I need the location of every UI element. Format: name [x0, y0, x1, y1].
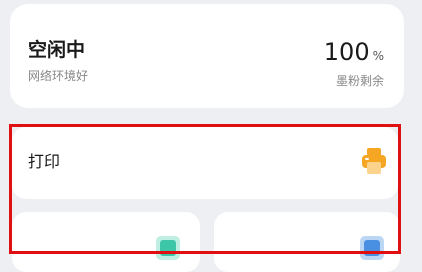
- toner-value: 100: [323, 38, 370, 66]
- network-status: 网络环境好: [28, 69, 89, 83]
- toner-level: 100%: [324, 38, 384, 66]
- highlight-frame: [9, 124, 401, 254]
- toner-label: 墨粉剩余: [335, 74, 384, 88]
- printer-status-card[interactable]: 空闲中 网络环境好 100% 墨粉剩余: [10, 4, 404, 108]
- toner-unit: %: [372, 49, 384, 63]
- printer-state: 空闲中: [28, 39, 86, 61]
